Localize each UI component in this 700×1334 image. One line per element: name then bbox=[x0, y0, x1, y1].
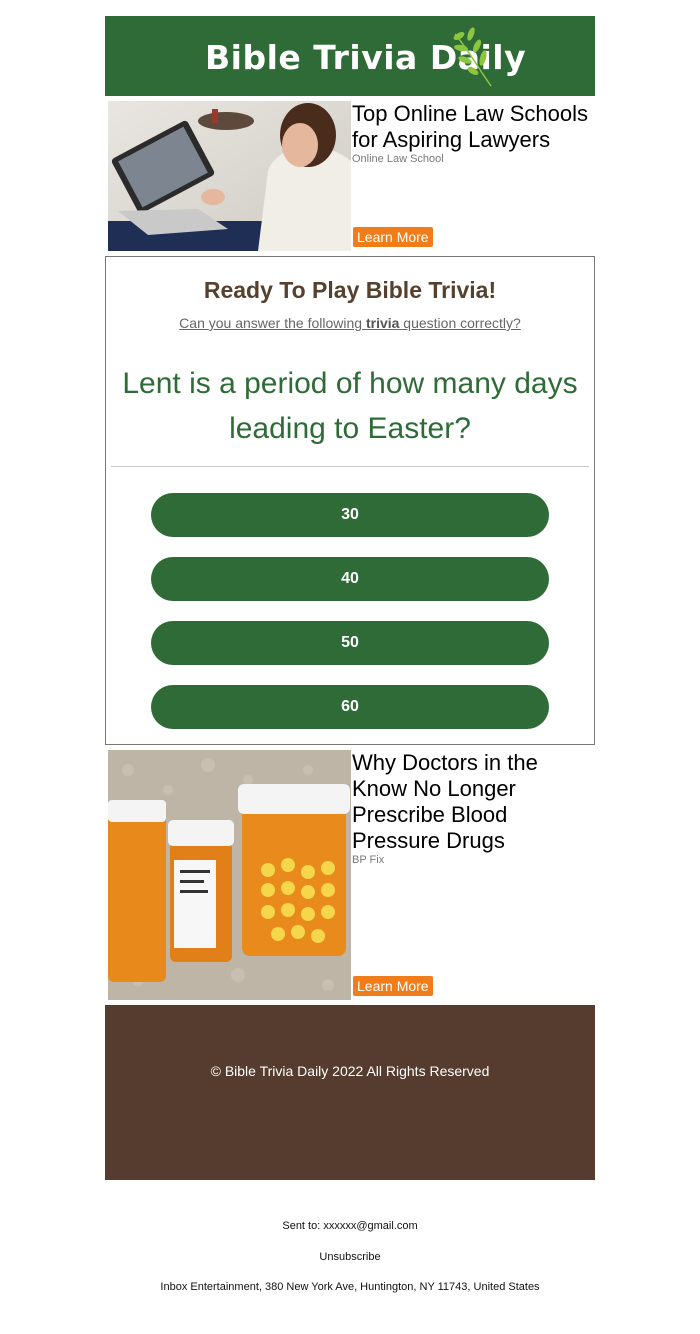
email-container: Bible Trivia Daily Top Online Law School… bbox=[105, 16, 595, 1180]
answer-button-2[interactable]: 40 bbox=[151, 557, 549, 601]
trivia-card: Ready To Play Bible Trivia! Can you answ… bbox=[105, 256, 595, 745]
sent-to-text: Sent to: xxxxxx@gmail.com bbox=[282, 1220, 418, 1232]
header-banner[interactable]: Bible Trivia Daily bbox=[105, 16, 595, 96]
trivia-sub-text-end: question correctly? bbox=[399, 315, 521, 331]
ad-blood-pressure[interactable]: Why Doctors in the Know No Longer Prescr… bbox=[105, 750, 595, 1000]
ad-law-schools[interactable]: Top Online Law Schools for Aspiring Lawy… bbox=[105, 101, 595, 251]
unsubscribe-link[interactable]: Unsubscribe bbox=[0, 1251, 700, 1263]
learn-more-button[interactable]: Learn More bbox=[353, 227, 433, 247]
ad-source: BP Fix bbox=[352, 854, 385, 866]
copyright-text: © Bible Trivia Daily 2022 All Rights Res… bbox=[210, 1063, 490, 1079]
trivia-subheading[interactable]: Can you answer the following trivia ques… bbox=[106, 315, 594, 331]
answer-button-1[interactable]: 30 bbox=[151, 493, 549, 537]
trivia-question: Lent is a period of how many days leadin… bbox=[122, 367, 578, 445]
trivia-heading: Ready To Play Bible Trivia! bbox=[203, 277, 497, 303]
ad-source: Online Law School bbox=[352, 153, 444, 165]
leaf-branch-icon bbox=[453, 27, 492, 87]
trivia-sub-text: Can you answer the following bbox=[179, 315, 366, 331]
divider bbox=[111, 466, 589, 467]
footer-banner: © Bible Trivia Daily 2022 All Rights Res… bbox=[105, 1005, 595, 1180]
pill-bottles-photo[interactable] bbox=[108, 750, 351, 1000]
trivia-sub-bold: trivia bbox=[365, 315, 400, 331]
address-text: Inbox Entertainment, 380 New York Ave, H… bbox=[160, 1281, 540, 1293]
ad-title[interactable]: Why Doctors in the Know No Longer Prescr… bbox=[352, 750, 592, 854]
woman-with-laptop-photo[interactable] bbox=[108, 101, 351, 251]
answer-button-4[interactable]: 60 bbox=[151, 685, 549, 729]
ad-title[interactable]: Top Online Law Schools for Aspiring Lawy… bbox=[352, 101, 592, 153]
learn-more-button[interactable]: Learn More bbox=[353, 976, 433, 996]
answer-button-3[interactable]: 50 bbox=[151, 621, 549, 665]
